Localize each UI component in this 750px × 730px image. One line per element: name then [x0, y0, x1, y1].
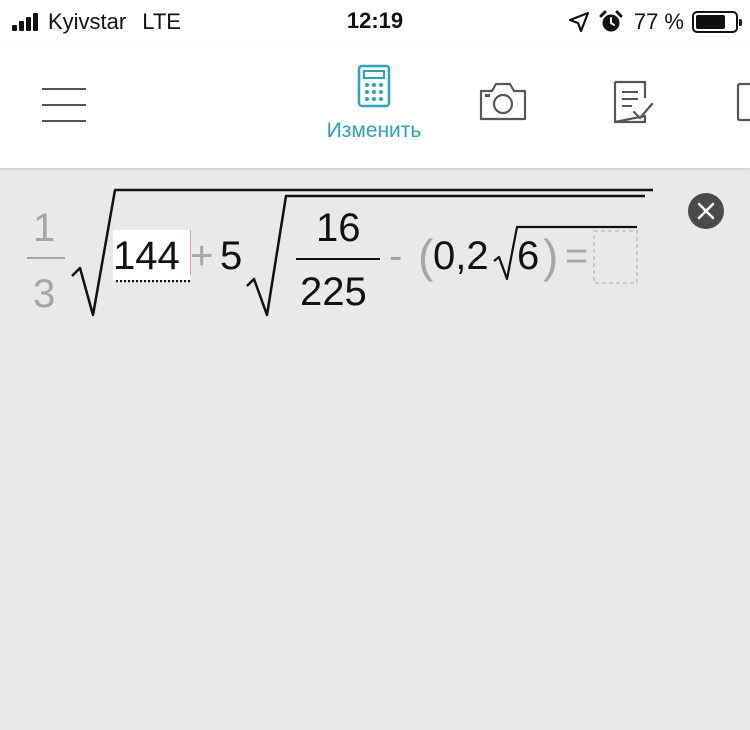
battery-icon [692, 11, 742, 33]
close-paren: ) [543, 230, 559, 282]
clear-button[interactable] [688, 193, 724, 229]
plus-sign: + [190, 234, 214, 278]
toolbar: Изменить [0, 44, 750, 168]
edit-tab-button[interactable]: Изменить [318, 64, 430, 154]
open-paren: ( [418, 230, 434, 282]
location-arrow-icon [568, 11, 589, 33]
fraction-denominator: 225 [300, 270, 367, 314]
coef-five: 5 [220, 234, 243, 278]
term-144[interactable]: 144 [113, 236, 180, 276]
camera-button[interactable] [478, 80, 528, 127]
solutions-button[interactable] [612, 78, 654, 131]
close-icon [697, 202, 715, 220]
status-right: 77 % [568, 8, 742, 36]
notes-check-icon [613, 80, 654, 124]
camera-icon [479, 82, 527, 121]
minus-sign: - [389, 234, 403, 278]
decimal-number: 0,2 [433, 234, 489, 278]
calculator-icon [357, 64, 391, 108]
fraction-numerator: 16 [316, 206, 361, 250]
answer-placeholder[interactable] [593, 230, 638, 284]
menu-icon [42, 88, 86, 122]
status-bar: Kyivstar LTE 12:19 77 % [0, 0, 750, 44]
alarm-icon [599, 10, 623, 32]
equals-sign: = [565, 234, 589, 278]
battery-percent: 77 % [633, 9, 684, 34]
root-argument: 6 [517, 234, 540, 278]
more-icon [736, 82, 750, 122]
math-formula[interactable]: 1 3 144 + 5 16 225 - ( 0,2 6 ) = [0, 168, 750, 317]
more-button[interactable] [736, 82, 750, 127]
edit-tab-label: Изменить [326, 119, 422, 142]
battery-fill [696, 15, 726, 29]
menu-button[interactable] [42, 88, 86, 122]
